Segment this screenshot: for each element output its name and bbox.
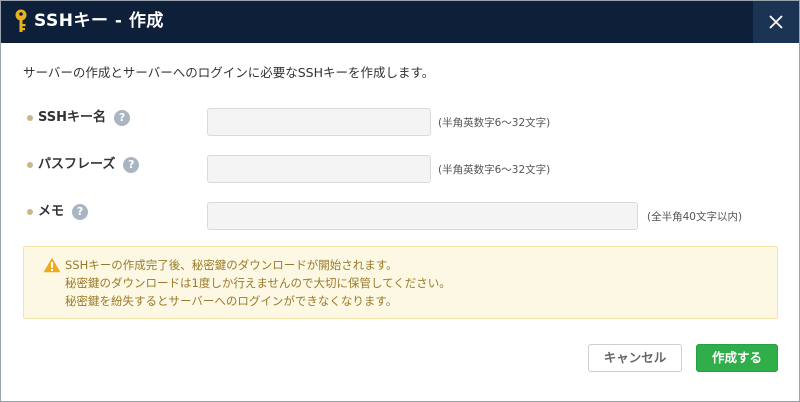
bullet-dot [27,115,33,121]
memo-label: メモ [38,204,65,219]
ssh-key-create-dialog: SSHキー - 作成 サーバーの作成とサーバーへのログインに必要なSSHキーを作… [0,0,800,402]
passphrase-hint: (半角英数字6～32文字) [438,164,551,176]
bullet-dot [27,162,33,168]
notice-line: 秘密鍵のダウンロードは1度しか行えませんので大切に保管してください。 [65,276,451,290]
memo-hint: (全半角40文字以内) [647,211,743,223]
bullet-dot [27,209,33,215]
help-icon[interactable]: ? [72,204,89,220]
cancel-button[interactable]: キャンセル [588,344,682,372]
dialog-title: SSHキー - 作成 [34,11,164,31]
close-button[interactable] [753,1,799,43]
notice-line: 秘密鍵を紛失するとサーバーへのログインができなくなります。 [65,294,398,308]
memo-input[interactable] [207,202,638,230]
warning-icon [43,257,61,277]
passphrase-label-group: パスフレーズ ? [27,155,140,175]
notice-line: SSHキーの作成完了後、秘密鍵のダウンロードが開始されます。 [65,258,398,272]
memo-label-group: メモ ? [27,202,89,222]
key-icon [14,9,28,35]
ssh-key-name-label-group: SSHキー名 ? [27,108,131,128]
intro-text: サーバーの作成とサーバーへのログインに必要なSSHキーを作成します。 [23,65,435,80]
passphrase-label: パスフレーズ [38,157,116,172]
ssh-key-name-hint: (半角英数字6～32文字) [438,117,551,129]
ssh-key-name-label: SSHキー名 [38,110,107,125]
ssh-key-name-input[interactable] [207,108,431,136]
dialog-titlebar: SSHキー - 作成 [1,1,799,43]
download-notice: SSHキーの作成完了後、秘密鍵のダウンロードが開始されます。 秘密鍵のダウンロー… [23,246,778,319]
create-button[interactable]: 作成する [696,344,778,372]
help-icon[interactable]: ? [114,110,131,126]
passphrase-input[interactable] [207,155,431,183]
help-icon[interactable]: ? [123,157,140,173]
close-icon [769,15,783,29]
